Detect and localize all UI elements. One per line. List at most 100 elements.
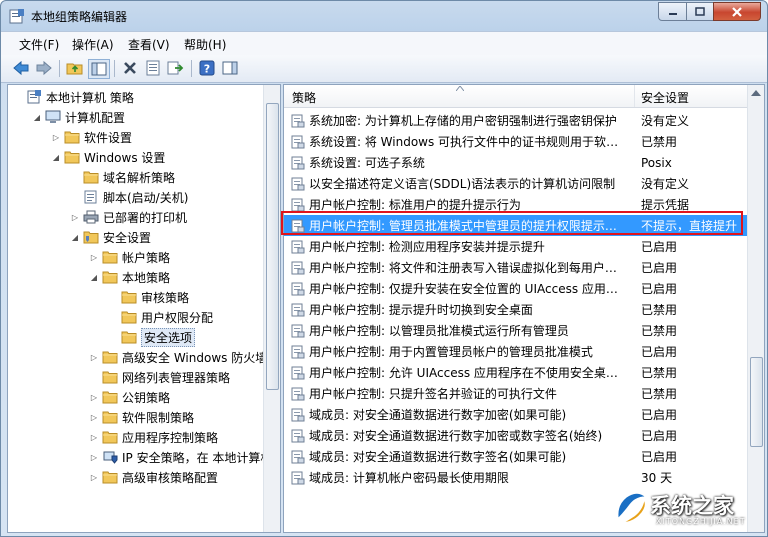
security-setting-value: 已启用 [641, 450, 678, 464]
tree-node[interactable]: ◢ 计算机配置 [31, 107, 125, 127]
table-row[interactable]: 系统加密: 为计算机上存储的用户密钥强制进行强密钥保护 没有定义 [284, 110, 748, 131]
policy-setting-icon [291, 429, 305, 443]
title-bar[interactable]: 本地组策略编辑器 [1, 1, 767, 31]
table-row[interactable]: 用户帐户控制: 允许 UIAccess 应用程序在不使用安全桌面… 已禁用 [284, 362, 748, 383]
table-row[interactable]: 域成员: 对安全通道数据进行数字签名(如果可能) 已启用 [284, 446, 748, 467]
table-row[interactable]: 以安全描述符定义语言(SDDL)语法表示的计算机访问限制 没有定义 [284, 173, 748, 194]
menu-action[interactable]: 操作(A) [72, 36, 114, 53]
folder-icon [121, 330, 137, 344]
tree-node[interactable]: 脚本(启动/关机) [69, 187, 188, 207]
list-scrollbar-thumb[interactable] [750, 357, 763, 447]
collapsed-arrow-icon[interactable]: ▷ [88, 253, 100, 262]
tree-node-label: 软件限制策略 [122, 410, 195, 425]
table-row[interactable]: 用户帐户控制: 以管理员批准模式运行所有管理员 已禁用 [284, 320, 748, 341]
table-row[interactable]: 用户帐户控制: 将文件和注册表写入错误虚拟化到每用户位置 已启用 [284, 257, 748, 278]
tree-node[interactable]: ▷ 应用程序控制策略 [88, 427, 218, 447]
table-row[interactable]: 域成员: 对安全通道数据进行数字加密或数字签名(始终) 已启用 [284, 425, 748, 446]
policy-name: 用户帐户控制: 允许 UIAccess 应用程序在不使用安全桌面… [309, 366, 625, 380]
menu-view[interactable]: 查看(V) [128, 36, 170, 53]
policy-name: 用户帐户控制: 用于内置管理员帐户的管理员批准模式 [309, 345, 593, 359]
tree-node[interactable]: 用户权限分配 [107, 307, 213, 327]
expanded-arrow-icon[interactable]: ◢ [88, 273, 100, 282]
column-divider[interactable] [634, 85, 635, 107]
tree-node[interactable]: ▷ 高级安全 Windows 防火墙 [88, 347, 267, 367]
table-row[interactable]: 系统设置: 可选子系统 Posix [284, 152, 748, 173]
collapsed-arrow-icon[interactable]: ▷ [88, 453, 100, 462]
tree-node[interactable]: ▷ 已部署的打印机 [69, 207, 187, 227]
tree-node[interactable]: ◢ 本地策略 [88, 267, 170, 287]
folder-up-icon [66, 63, 83, 75]
column-header-setting[interactable]: 安全设置 [641, 89, 689, 106]
table-row[interactable]: 用户帐户控制: 管理员批准模式中管理员的提升权限提示的… 不提示，直接提升 [284, 215, 748, 236]
collapsed-arrow-icon[interactable]: ▷ [88, 413, 100, 422]
security-setting-value: 没有定义 [641, 177, 690, 191]
tree-node[interactable]: 审核策略 [107, 287, 189, 307]
tree-node[interactable]: ▷ 公钥策略 [88, 387, 170, 407]
tree-scrollbar-thumb[interactable] [266, 103, 279, 390]
delete-button[interactable] [120, 59, 140, 77]
tree-node-label: 本地计算机 策略 [46, 90, 134, 105]
expanded-arrow-icon[interactable]: ◢ [31, 113, 43, 122]
list-scrollbar[interactable] [747, 85, 764, 532]
collapsed-arrow-icon[interactable]: ▷ [50, 133, 62, 142]
show-hide-tree-button[interactable] [88, 59, 110, 79]
table-row[interactable]: 域成员: 对安全通道数据进行数字加密(如果可能) 已启用 [284, 404, 748, 425]
tree-node[interactable]: ▷ 高级审核策略配置 [88, 467, 218, 487]
minimize-button[interactable] [658, 2, 687, 21]
window-title: 本地组策略编辑器 [31, 10, 128, 24]
tree-node-label: 已部署的打印机 [103, 210, 188, 225]
tree-node[interactable]: 域名解析策略 [69, 167, 175, 187]
toolbar-separator [114, 60, 115, 77]
collapsed-arrow-icon[interactable]: ▷ [88, 433, 100, 442]
table-row[interactable]: 用户帐户控制: 提示提升时切换到安全桌面 已禁用 [284, 299, 748, 320]
security-folder-icon [83, 230, 99, 244]
table-row[interactable]: 用户帐户控制: 仅提升安装在安全位置的 UIAccess 应用程序 已启用 [284, 278, 748, 299]
column-header-policy[interactable]: 策略 [292, 89, 316, 106]
help-button[interactable]: ? [197, 59, 217, 77]
collapsed-arrow-icon[interactable]: ▷ [88, 353, 100, 362]
tree-node[interactable]: ◢ Windows 设置 [50, 147, 165, 167]
close-button[interactable] [713, 2, 761, 21]
up-button[interactable] [65, 59, 85, 77]
tree-node-label: 网络列表管理器策略 [122, 370, 231, 385]
policy-editor-icon [9, 9, 24, 24]
export-list-button[interactable] [166, 59, 186, 77]
tree-node[interactable]: ◢ 安全设置 [69, 227, 151, 247]
table-row[interactable]: 用户帐户控制: 用于内置管理员帐户的管理员批准模式 已启用 [284, 341, 748, 362]
table-row[interactable]: 用户帐户控制: 检测应用程序安装并提示提升 已启用 [284, 236, 748, 257]
tree-node[interactable]: 本地计算机 策略 [12, 87, 134, 107]
tree-node[interactable]: ▷ 软件限制策略 [88, 407, 194, 427]
tree-node[interactable]: ▷ 帐户策略 [88, 247, 170, 267]
show-hide-action-pane-button[interactable] [220, 59, 240, 77]
collapsed-arrow-icon[interactable]: ▷ [88, 393, 100, 402]
tree-node[interactable]: ▷ 软件设置 [50, 127, 132, 147]
menu-help[interactable]: 帮助(H) [184, 36, 226, 53]
maximize-button[interactable] [686, 2, 714, 21]
scroll-up-icon[interactable] [751, 89, 761, 96]
forward-button[interactable] [34, 59, 54, 77]
collapsed-arrow-icon[interactable]: ▷ [69, 213, 81, 222]
table-row[interactable]: 域成员: 计算机帐户密码最长使用期限 30 天 [284, 467, 748, 488]
policy-setting-icon [291, 261, 305, 275]
table-row[interactable]: 用户帐户控制: 标准用户的提升提示行为 提示凭据 [284, 194, 748, 215]
properties-button[interactable] [143, 59, 163, 77]
security-setting-value: 已禁用 [641, 387, 678, 401]
policy-list[interactable]: 策略 安全设置 系统加密: 为计算机上存储的用户密钥强制进行强密钥保护 没有定义系… [283, 84, 765, 533]
svg-text:?: ? [204, 63, 210, 76]
collapsed-arrow-icon[interactable]: ▷ [88, 473, 100, 482]
tree-node[interactable]: ▷ IP 安全策略，在 本地计算机 [88, 447, 272, 467]
table-row[interactable]: 用户帐户控制: 只提升签名并验证的可执行文件 已禁用 [284, 383, 748, 404]
table-row[interactable]: 系统设置: 将 Windows 可执行文件中的证书规则用于软件… 已禁用 [284, 131, 748, 152]
console-tree[interactable]: 本地计算机 策略 ◢ 计算机配置 ▷ 软件设置 ◢ Windows 设置 域名解析策略 脚本(启… [7, 84, 281, 533]
folder-icon [102, 370, 118, 384]
security-setting-value: 提示凭据 [641, 198, 690, 212]
policy-name: 用户帐户控制: 以管理员批准模式运行所有管理员 [309, 324, 569, 338]
policy-setting-icon [291, 198, 305, 212]
tree-node[interactable]: 安全选项 [107, 327, 196, 347]
menu-file[interactable]: 文件(F) [19, 36, 59, 53]
expanded-arrow-icon[interactable]: ◢ [69, 233, 81, 242]
back-button[interactable] [11, 59, 31, 77]
tree-node[interactable]: 网络列表管理器策略 [88, 367, 230, 387]
expanded-arrow-icon[interactable]: ◢ [50, 153, 62, 162]
tree-scrollbar[interactable] [263, 85, 280, 532]
